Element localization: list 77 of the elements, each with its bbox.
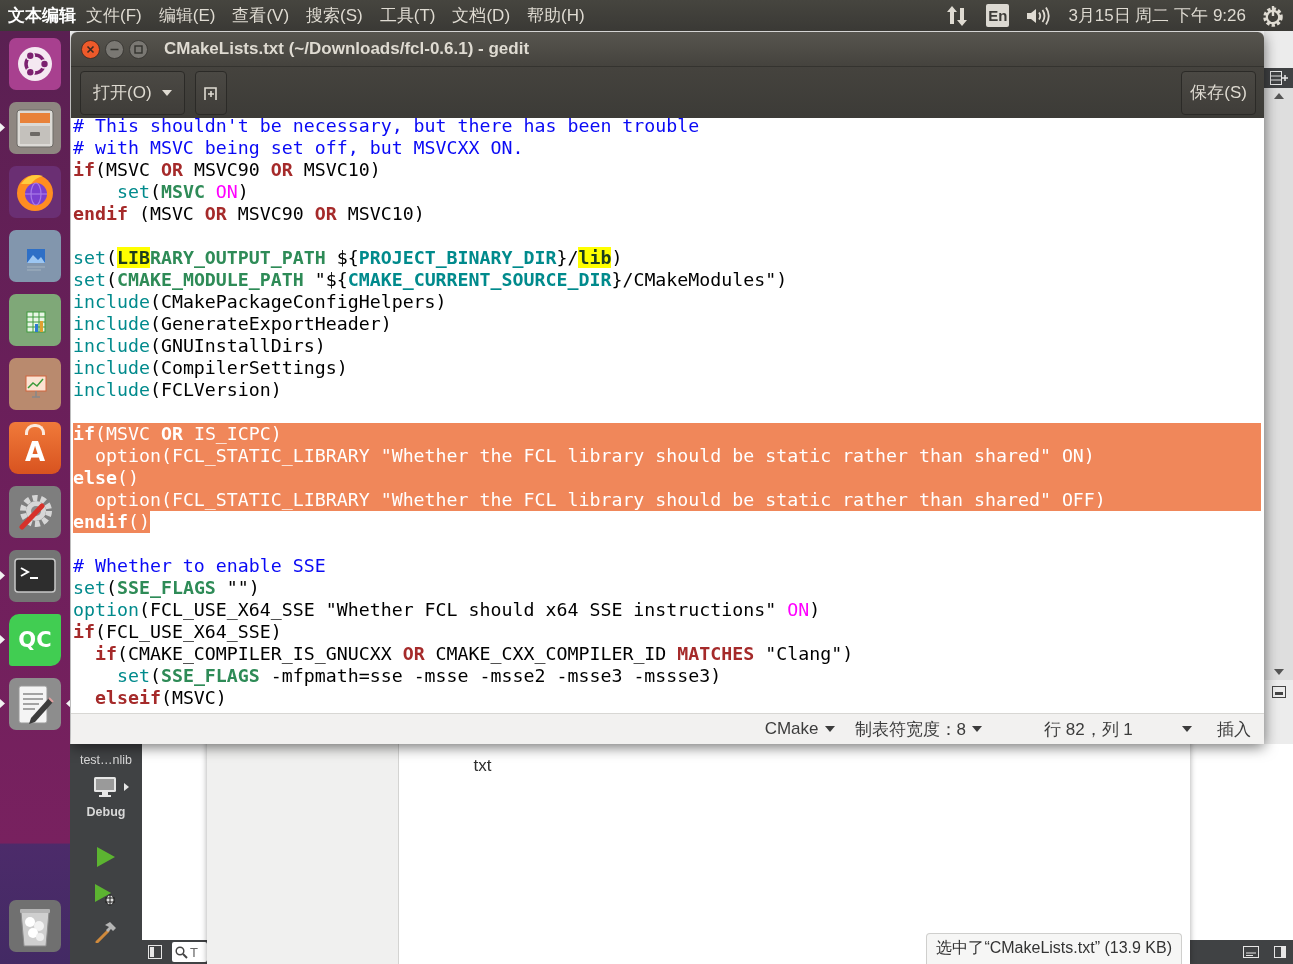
menu-item[interactable]: 文件(F) — [86, 4, 142, 27]
play-icon[interactable] — [97, 847, 115, 867]
hammer-icon[interactable] — [95, 921, 117, 943]
ring-logo-icon[interactable] — [9, 38, 61, 90]
tab-plus-icon — [202, 84, 219, 101]
spreadsheet-icon[interactable] — [9, 294, 61, 346]
keyboard-layout-indicator[interactable]: En — [986, 4, 1010, 27]
document-picture-icon[interactable] — [9, 230, 61, 282]
code-line: include(FCLVersion) — [73, 379, 282, 401]
new-tab-button[interactable] — [194, 70, 227, 115]
code-line: option(FCL_USE_X64_SSE "Whether FCL should x64 SSE instructions" ON) — [73, 599, 821, 621]
code-line: if(CMAKE_COMPILER_IS_GNUCXX OR CMAKE_CXX_COMPILER_ID MATCHES "Clang") — [93, 643, 854, 665]
code-line: set(CMAKE_MODULE_PATH "${CMAKE_CURRENT_SOURCE_DIR}/CMakeModules") — [73, 269, 788, 291]
code-editor[interactable] — [71, 118, 1264, 713]
panel-icon[interactable] — [1271, 686, 1286, 698]
menu-item[interactable]: 工具(T) — [379, 4, 436, 27]
open-button[interactable]: 打开(O) — [80, 70, 185, 115]
insert-mode-button[interactable]: 插入 — [1210, 715, 1258, 743]
code-line: include(CompilerSettings) — [73, 357, 348, 379]
caret-icon — [1182, 726, 1192, 732]
language-dropdown[interactable]: CMake — [757, 715, 842, 743]
selection-status: 选中了“CMakeLists.txt” (13.9 KB) — [926, 933, 1182, 964]
tab-width-dropdown[interactable]: 制表符宽度：8 — [847, 715, 989, 743]
caret-icon — [972, 726, 982, 732]
caret-icon — [124, 783, 129, 791]
app-name: 文本编辑 — [8, 5, 76, 27]
file-cabinet-icon[interactable] — [9, 102, 61, 154]
notepad-pencil-icon[interactable] — [9, 678, 61, 730]
menu-item[interactable]: 文档(D) — [452, 4, 511, 27]
sidebar-toggle-icon[interactable] — [148, 945, 162, 959]
code-line: # with MSVC being set off, but MSVCXX ON. — [73, 137, 524, 159]
gear-wrench-icon[interactable] — [9, 486, 61, 538]
search-icon — [175, 945, 188, 959]
presentation-icon[interactable] — [9, 358, 61, 410]
build-configuration[interactable]: Debug — [86, 805, 126, 819]
trash-icon[interactable] — [9, 900, 61, 952]
code-line: # This shouldn't be necessary, but there has been trouble — [73, 118, 700, 137]
cursor-position-dropdown[interactable]: 行 82，列 1 — [1037, 715, 1199, 743]
globe-icon[interactable] — [9, 166, 61, 218]
caret-icon — [824, 726, 835, 732]
code-line: include(CMakePackageConfigHelpers) — [73, 291, 447, 313]
scroll-down-icon[interactable] — [1273, 669, 1284, 675]
monitor-icon[interactable] — [93, 776, 117, 798]
menu-item[interactable]: 编辑(E) — [158, 4, 216, 27]
minimize-icon[interactable] — [105, 39, 124, 59]
terminal-icon[interactable] — [9, 550, 61, 602]
code-line: endif (MSVC OR MSVC90 OR MSVC10) — [73, 203, 425, 225]
code-line: include(GenerateExportHeader) — [73, 313, 392, 335]
scrollbar[interactable] — [1264, 88, 1293, 680]
close-icon[interactable] — [81, 39, 100, 59]
maximize-icon[interactable] — [129, 39, 148, 59]
code-line: set(MSVC ON) — [115, 181, 249, 203]
menu-item[interactable]: 搜索(S) — [306, 4, 363, 27]
code-line: if(FCL_USE_X64_SSE) — [73, 621, 282, 643]
output-pane-icon[interactable] — [1243, 946, 1259, 958]
play-bug-icon[interactable] — [95, 884, 117, 906]
split-view-icon[interactable] — [1269, 71, 1288, 85]
code-line: set(SSE_FLAGS -mfpmath=sse -msse -msse2 -msse3 -mssse3) — [115, 665, 722, 687]
file-name[interactable]: txt — [473, 756, 492, 775]
code-line: if(MSVC OR MSVC90 OR MSVC10) — [73, 159, 381, 181]
save-button[interactable]: 保存(S) — [1181, 70, 1256, 115]
network-arrows-icon[interactable] — [947, 4, 968, 27]
code-line: include(GNUInstallDirs) — [73, 335, 326, 357]
volume-icon[interactable] — [1026, 5, 1053, 26]
menu-item[interactable]: 查看(V) — [232, 4, 290, 27]
scroll-up-icon[interactable] — [1273, 93, 1284, 99]
clock[interactable]: 3月15日 周二 下午 9:26 — [1068, 4, 1246, 27]
caret-icon — [161, 89, 172, 96]
window-title: CMakeLists.txt (~/Downloads/fcl-0.6.1) - gedit — [164, 39, 530, 59]
search-field[interactable]: T — [172, 942, 207, 962]
menu-item[interactable]: 帮助(H) — [527, 4, 585, 27]
sidebar-icon[interactable] — [1274, 946, 1286, 958]
gear-icon[interactable] — [1262, 4, 1284, 27]
code-line: elseif(MSVC) — [93, 687, 227, 709]
code-line: # Whether to enable SSE — [73, 555, 326, 577]
project-name[interactable]: test…nlib — [79, 752, 133, 768]
code-line: set(SSE_FLAGS "") — [73, 577, 260, 599]
